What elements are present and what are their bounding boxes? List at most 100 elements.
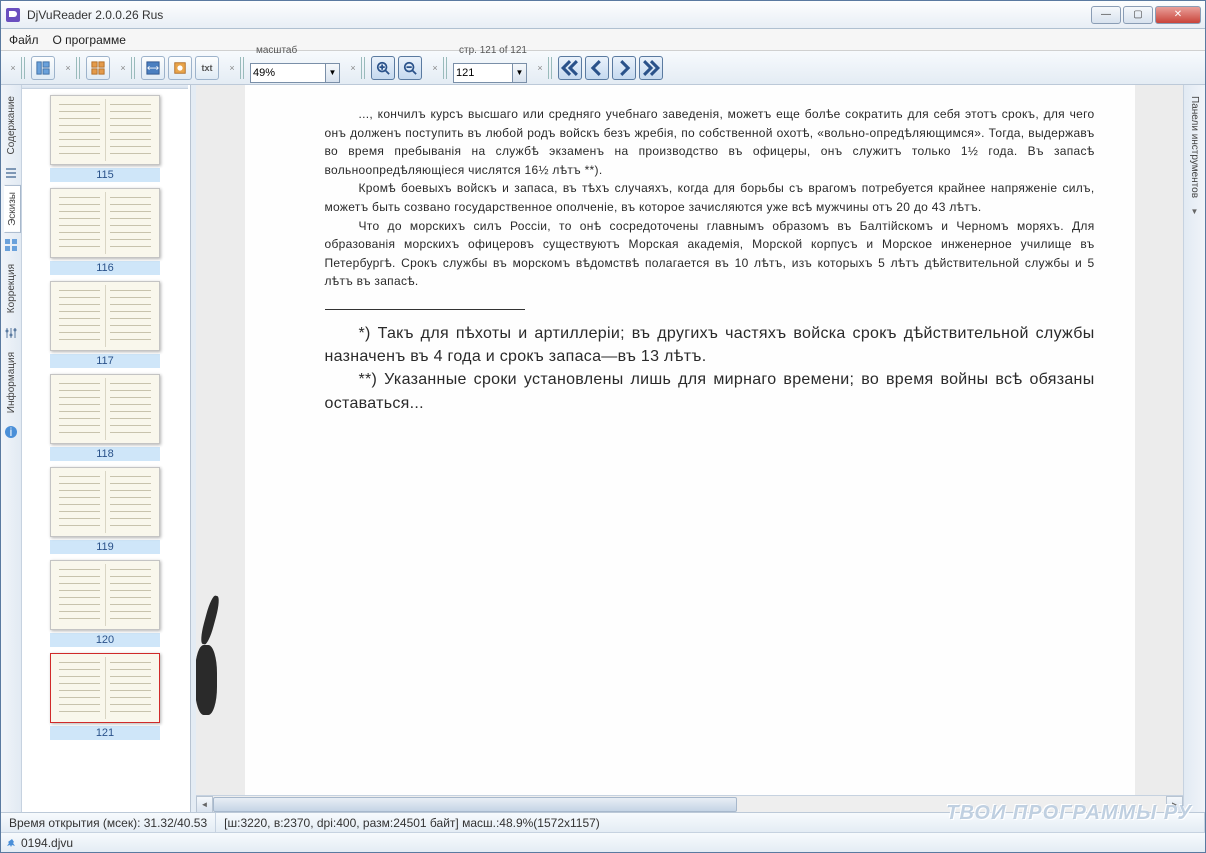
group-close-icon[interactable]: × [8,63,18,73]
minimize-button[interactable]: — [1091,6,1121,24]
left-panel: Содержание Эскизы Коррекция Информация i… [1,85,191,812]
document-view[interactable]: ..., кончилъ курсъ высшаго или средняго … [196,85,1183,795]
thumbnail-label: 121 [50,726,160,740]
group-close-icon[interactable]: × [535,63,545,73]
svg-text:i: i [10,425,13,439]
thumbnail-image [50,467,160,537]
thumbnail-121[interactable]: 121 [32,653,178,740]
thumbnail-115[interactable]: 115 [32,95,178,182]
first-page-button[interactable] [558,56,582,80]
group-close-icon[interactable]: × [63,63,73,73]
right-panel: Панели инструментов ▼ [1183,85,1205,812]
group-close-icon[interactable]: × [348,63,358,73]
app-window: DjVuReader 2.0.0.26 Rus — ▢ ✕ Файл О про… [0,0,1206,853]
left-tabs: Содержание Эскизы Коррекция Информация i [1,85,22,812]
page-content: ..., кончилъ курсъ высшаго или средняго … [245,85,1135,795]
thumbnail-120[interactable]: 120 [32,560,178,647]
thumbnail-116[interactable]: 116 [32,188,178,275]
paragraph: Что до морскихъ силъ Россіи, то онѣ соср… [325,217,1095,291]
right-panel-label[interactable]: Панели инструментов [1186,91,1203,203]
close-button[interactable]: ✕ [1155,6,1201,24]
footnote: *) Такъ для пѣхоты и артиллеріи; въ друг… [325,322,1095,368]
zoom-out-button[interactable] [398,56,422,80]
thumbs-icon [4,238,18,252]
thumbnail-label: 117 [50,354,160,368]
toolbar: × × × txt × масштаб ▼ [1,51,1205,85]
scale-input[interactable] [250,63,326,83]
app-icon [5,7,21,23]
thumbnail-119[interactable]: 119 [32,467,178,554]
thumbnail-label: 119 [50,540,160,554]
titlebar[interactable]: DjVuReader 2.0.0.26 Rus — ▢ ✕ [1,1,1205,29]
window-title: DjVuReader 2.0.0.26 Rus [27,8,1091,22]
thumbnail-label: 116 [50,261,160,275]
dropdown-arrow-icon[interactable]: ▼ [326,63,340,83]
content-area: ..., кончилъ курсъ высшаго или средняго … [196,85,1183,812]
menu-about[interactable]: О программе [53,33,126,47]
fit-page-button[interactable] [168,56,192,80]
page-count-label: стр. 121 of 121 [453,45,527,56]
grip-icon[interactable] [21,57,26,79]
horizontal-scrollbar[interactable]: ◄ ► [196,795,1183,812]
paragraph: ..., кончилъ курсъ высшаго или средняго … [325,105,1095,179]
thumbnail-image [50,188,160,258]
maximize-button[interactable]: ▢ [1123,6,1153,24]
filename-label: 0194.djvu [21,836,73,850]
info-icon: i [4,425,18,439]
paragraph: Кромѣ боевыхъ войскъ и запаса, въ тѣхъ с… [325,179,1095,216]
scroll-left-button[interactable]: ◄ [196,796,213,813]
tab-thumbnails[interactable]: Эскизы [4,185,21,233]
text-mode-button[interactable]: txt [195,56,219,80]
menu-file[interactable]: Файл [9,33,39,47]
thumbnail-image [50,95,160,165]
status-file: 0194.djvu [1,836,79,850]
scrollbar-track[interactable] [213,796,1166,813]
scroll-right-button[interactable]: ► [1166,796,1183,813]
prev-page-button[interactable] [585,56,609,80]
footnote: **) Указанные сроки установлены лишь для… [325,368,1095,414]
grip-icon[interactable] [240,57,245,79]
group-close-icon[interactable]: × [227,63,237,73]
menubar: Файл О программе [1,29,1205,51]
thumbnail-118[interactable]: 118 [32,374,178,461]
tab-information[interactable]: Информация [3,345,20,420]
footnote-divider [325,309,525,310]
grip-icon[interactable] [361,57,366,79]
statusbar: Время открытия (мсек): 31.32/40.53 [ш:32… [1,812,1205,832]
sliders-icon [4,326,18,340]
scan-artifact [196,645,217,715]
scan-artifact [198,595,221,646]
statusbar-2: 0194.djvu [1,832,1205,852]
tab-correction[interactable]: Коррекция [3,257,20,320]
layout-tiles-button[interactable] [86,56,110,80]
main-area: Содержание Эскизы Коррекция Информация i… [1,85,1205,812]
scale-label: масштаб [250,45,340,56]
thumbnail-label: 120 [50,633,160,647]
fit-width-button[interactable] [141,56,165,80]
next-page-button[interactable] [612,56,636,80]
thumbnail-image [50,653,160,723]
page-input[interactable] [453,63,513,83]
dropdown-arrow-icon[interactable]: ▼ [513,63,527,83]
thumbnails-pane[interactable]: 115 116 117 118 119 120 121 [22,85,190,812]
thumbnail-image [50,560,160,630]
thumbnail-image [50,281,160,351]
last-page-button[interactable] [639,56,663,80]
pin-icon [7,838,17,848]
group-close-icon[interactable]: × [430,63,440,73]
list-icon [4,166,18,180]
grip-icon[interactable] [443,57,448,79]
zoom-in-button[interactable] [371,56,395,80]
scrollbar-thumb[interactable] [213,797,737,812]
grip-icon[interactable] [548,57,553,79]
thumbnail-117[interactable]: 117 [32,281,178,368]
grip-icon[interactable] [131,57,136,79]
group-close-icon[interactable]: × [118,63,128,73]
status-page-info: [ш:3220, в:2370, dpi:400, разм:24501 бай… [216,813,1205,832]
tab-contents[interactable]: Содержание [3,89,20,161]
grip-icon[interactable] [76,57,81,79]
chevron-down-icon[interactable]: ▼ [1191,207,1199,216]
status-open-time: Время открытия (мсек): 31.32/40.53 [1,813,216,832]
layout-panels-button[interactable] [31,56,55,80]
thumbnail-label: 118 [50,447,160,461]
